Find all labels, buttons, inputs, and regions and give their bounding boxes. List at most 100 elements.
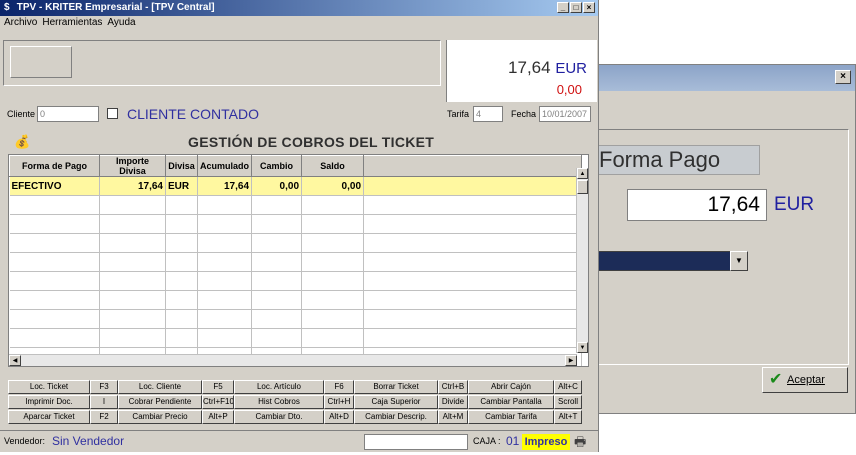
caja-number: 01 xyxy=(506,434,520,448)
fecha-input[interactable]: 10/01/2007 xyxy=(539,106,591,122)
key-ctrl-h[interactable]: Ctrl+H xyxy=(324,395,354,409)
section-header: 💰 GESTIÓN DE COBROS DEL TICKET xyxy=(8,134,593,152)
maximize-button[interactable]: □ xyxy=(570,2,582,13)
key-cobrar-pendiente[interactable]: Cobrar Pendiente xyxy=(118,395,202,409)
forma-pago-label: Forma Pago xyxy=(598,145,760,175)
col-saldo[interactable]: Saldo xyxy=(301,155,365,177)
client-row: Cliente 0 CLIENTE CONTADO Tarifa 4 Fecha… xyxy=(3,104,597,126)
dialog-titlebar[interactable]: × xyxy=(584,65,855,91)
key-f3[interactable]: F3 xyxy=(90,380,118,394)
table-row[interactable] xyxy=(9,309,583,329)
col-divisa[interactable]: Divisa xyxy=(165,155,198,177)
key-caja-superior[interactable]: Caja Superior xyxy=(354,395,438,409)
menu-archivo[interactable]: Archivo xyxy=(4,16,37,30)
logo-box xyxy=(10,46,72,78)
status-input[interactable] xyxy=(364,434,468,450)
tarifa-input[interactable]: 4 xyxy=(473,106,503,122)
close-button[interactable]: × xyxy=(583,2,595,13)
aceptar-button[interactable]: ✔ Aceptar xyxy=(762,367,848,393)
key-alt-t[interactable]: Alt+T xyxy=(554,410,582,424)
key-imprimir-doc[interactable]: Imprimir Doc. xyxy=(8,395,90,409)
col-forma-pago[interactable]: Forma de Pago xyxy=(9,155,100,177)
key-cambiar-dto[interactable]: Cambiar Dto. xyxy=(234,410,324,424)
vendedor-name: Sin Vendedor xyxy=(52,434,125,448)
table-row[interactable] xyxy=(9,271,583,291)
cell-empty xyxy=(363,176,583,196)
col-acumulado[interactable]: Acumulado xyxy=(196,155,253,177)
vertical-scrollbar[interactable]: ▲ ▼ xyxy=(576,168,588,353)
chevron-down-icon[interactable]: ▼ xyxy=(730,251,748,271)
minimize-button[interactable]: _ xyxy=(557,2,569,13)
fecha-label: Fecha xyxy=(511,109,537,119)
table-row[interactable]: EFECTIVO 17,64 EUR 17,64 0,00 0,00 xyxy=(9,176,583,196)
scroll-right-icon[interactable]: ▶ xyxy=(565,355,577,366)
key-cambiar-precio[interactable]: Cambiar Precio xyxy=(118,410,202,424)
function-keys: Loc. Ticket F3 Loc. Cliente F5 Loc. Artí… xyxy=(8,380,593,424)
horizontal-scrollbar[interactable]: ◀ ▶ xyxy=(9,354,577,366)
forma-pago-currency: EUR xyxy=(774,194,815,215)
total-change: 0,00 xyxy=(556,82,582,97)
cell-importe: 17,64 xyxy=(99,176,166,196)
key-f6[interactable]: F6 xyxy=(324,380,354,394)
table-row[interactable] xyxy=(9,214,583,234)
key-cambiar-tarifa[interactable]: Cambiar Tarifa xyxy=(468,410,554,424)
cell-saldo: 0,00 xyxy=(301,176,365,196)
key-alt-c[interactable]: Alt+C xyxy=(554,380,582,394)
table-row[interactable] xyxy=(9,195,583,215)
key-aparcar-ticket[interactable]: Aparcar Ticket xyxy=(8,410,90,424)
table-row[interactable] xyxy=(9,328,583,348)
status-bar: Vendedor: Sin Vendedor CAJA : 01 Impreso… xyxy=(0,430,599,452)
forma-pago-select[interactable] xyxy=(598,251,748,271)
window-title: TPV - KRITER Empresarial - [TPV Central] xyxy=(16,2,215,13)
key-alt-m[interactable]: Alt+M xyxy=(438,410,468,424)
table-row[interactable] xyxy=(9,233,583,253)
key-loc-articulo[interactable]: Loc. Artículo xyxy=(234,380,324,394)
dialog-close-button[interactable]: × xyxy=(835,70,851,84)
top-panel xyxy=(3,40,441,86)
key-f2[interactable]: F2 xyxy=(90,410,118,424)
payments-grid: Forma de Pago Importe Divisa Divisa Acum… xyxy=(8,154,589,367)
cliente-checkbox[interactable] xyxy=(107,108,118,119)
scroll-left-icon[interactable]: ◀ xyxy=(9,355,21,366)
tarifa-label: Tarifa xyxy=(447,109,470,119)
scroll-up-icon[interactable]: ▲ xyxy=(577,168,588,179)
key-cambiar-pantalla[interactable]: Cambiar Pantalla xyxy=(468,395,554,409)
key-cambiar-descrip[interactable]: Cambiar Descrip. xyxy=(354,410,438,424)
key-scroll[interactable]: Scroll xyxy=(554,395,582,409)
menu-ayuda[interactable]: Ayuda xyxy=(107,16,135,30)
coins-icon: 💰 xyxy=(14,134,31,149)
col-cambio[interactable]: Cambio xyxy=(251,155,303,177)
cliente-label: Cliente xyxy=(7,109,36,119)
key-ctrl-f10[interactable]: Ctrl+F10 xyxy=(202,395,234,409)
window-titlebar[interactable]: $ TPV - KRITER Empresarial - [TPV Centra… xyxy=(0,0,598,16)
table-row[interactable] xyxy=(9,252,583,272)
scroll-thumb[interactable] xyxy=(577,180,588,194)
forma-pago-amount-input[interactable]: 17,64 xyxy=(627,189,767,221)
key-f5[interactable]: F5 xyxy=(202,380,234,394)
caja-label: CAJA : xyxy=(473,436,501,446)
total-panel: 17,64 EUR 0,00 xyxy=(446,40,597,102)
app-icon: $ xyxy=(4,2,10,13)
cliente-input[interactable]: 0 xyxy=(37,106,99,122)
aceptar-label: Aceptar xyxy=(787,374,825,386)
key-ctrl-b[interactable]: Ctrl+B xyxy=(438,380,468,394)
col-importe-divisa[interactable]: Importe Divisa xyxy=(99,155,166,177)
scroll-down-icon[interactable]: ▼ xyxy=(577,342,588,353)
main-window: $ TPV - KRITER Empresarial - [TPV Centra… xyxy=(0,0,599,452)
impreso-badge: Impreso xyxy=(522,434,570,450)
key-divide[interactable]: Divide xyxy=(438,395,468,409)
table-row[interactable] xyxy=(9,290,583,310)
vendedor-label: Vendedor: xyxy=(4,436,46,446)
menu-herramientas[interactable]: Herramientas xyxy=(42,16,102,30)
key-i[interactable]: I xyxy=(90,395,118,409)
key-abrir-cajon[interactable]: Abrir Cajón xyxy=(468,380,554,394)
key-alt-d[interactable]: Alt+D xyxy=(324,410,354,424)
key-alt-p[interactable]: Alt+P xyxy=(202,410,234,424)
key-hist-cobros[interactable]: Hist Cobros xyxy=(234,395,324,409)
key-loc-cliente[interactable]: Loc. Cliente xyxy=(118,380,202,394)
col-empty xyxy=(363,155,583,177)
key-borrar-ticket[interactable]: Borrar Ticket xyxy=(354,380,438,394)
total-value: 17,64 xyxy=(508,58,551,77)
key-loc-ticket[interactable]: Loc. Ticket xyxy=(8,380,90,394)
cell-cambio: 0,00 xyxy=(251,176,303,196)
